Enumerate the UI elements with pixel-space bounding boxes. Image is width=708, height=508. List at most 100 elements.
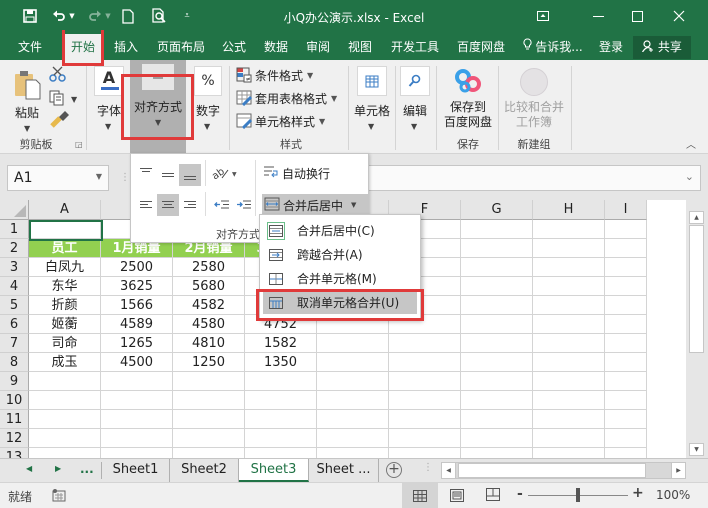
font-button[interactable]: A 字体 ▼ [92, 64, 126, 134]
top-align-icon[interactable] [135, 162, 157, 184]
cell-c8[interactable]: 1250 [173, 353, 245, 372]
cell-c12[interactable] [173, 429, 245, 448]
cell-g9[interactable] [461, 372, 533, 391]
menu-merge-and-center[interactable]: 合并后居中(C) [263, 219, 417, 242]
cell-i10[interactable] [605, 391, 647, 410]
close-button[interactable] [664, 4, 694, 28]
zoom-in-button[interactable]: + [632, 485, 644, 501]
minimize-button[interactable] [583, 4, 613, 28]
cell-c9[interactable] [173, 372, 245, 391]
row-header-1[interactable]: 1 [0, 220, 29, 239]
menu-merge-cells[interactable]: 合并单元格(M) [263, 267, 417, 290]
cell-b8[interactable]: 4500 [101, 353, 173, 372]
vertical-scroll-thumb[interactable] [689, 225, 704, 353]
scroll-sheets-right-icon[interactable]: ▶ [55, 464, 61, 473]
cell-i2[interactable] [605, 239, 647, 258]
cell-e9[interactable] [317, 372, 389, 391]
paste-button[interactable]: 粘贴 ▼ [8, 64, 46, 134]
select-all-button[interactable] [0, 200, 29, 220]
cell-g10[interactable] [461, 391, 533, 410]
cell-i12[interactable] [605, 429, 647, 448]
sign-in-link[interactable]: 登录 [594, 34, 628, 60]
cell-g1[interactable] [461, 220, 533, 239]
cell-a5[interactable]: 折颜 [29, 296, 101, 315]
save-to-baidu-button[interactable]: 保存到 百度网盘 [440, 64, 496, 134]
orientation-icon[interactable]: ab ▼ [211, 162, 241, 184]
cell-g8[interactable] [461, 353, 533, 372]
scroll-up-icon[interactable]: ▲ [689, 211, 704, 224]
macro-record-icon[interactable] [52, 488, 66, 505]
menu-unmerge-cells[interactable]: 取消单元格合并(U) [263, 291, 417, 314]
cell-h10[interactable] [533, 391, 605, 410]
tab-baidu[interactable]: 百度网盘 [450, 34, 512, 60]
align-left-icon[interactable] [135, 194, 157, 216]
alignment-button[interactable]: 对齐方式 ▼ [130, 60, 186, 154]
align-center-icon[interactable] [157, 194, 179, 216]
row-header-6[interactable]: 6 [0, 315, 29, 334]
cell-b9[interactable] [101, 372, 173, 391]
align-right-icon[interactable] [179, 194, 201, 216]
page-layout-view-icon[interactable] [450, 489, 464, 505]
zoom-out-button[interactable]: - [517, 486, 523, 502]
cell-g7[interactable] [461, 334, 533, 353]
cell-b3[interactable]: 2500 [101, 258, 173, 277]
row-header-7[interactable]: 7 [0, 334, 29, 353]
conditional-formatting-button[interactable]: ≠ 条件格式 ▼ [236, 65, 313, 85]
tab-page-layout[interactable]: 页面布局 [150, 34, 212, 60]
cell-g12[interactable] [461, 429, 533, 448]
merge-dropdown-icon[interactable]: ▼ [351, 201, 356, 209]
tab-file[interactable]: 文件 [10, 34, 50, 60]
share-button[interactable]: 共享 [633, 36, 691, 59]
cell-b4[interactable]: 3625 [101, 277, 173, 296]
cell-i6[interactable] [605, 315, 647, 334]
vertical-scrollbar[interactable]: ▲ ▼ [686, 200, 708, 458]
cell-e10[interactable] [317, 391, 389, 410]
cell-a4[interactable]: 东华 [29, 277, 101, 296]
cell-f10[interactable] [389, 391, 461, 410]
wrap-text-button[interactable]: 自动换行 [263, 163, 330, 183]
cell-e12[interactable] [317, 429, 389, 448]
cell-d12[interactable] [245, 429, 317, 448]
cell-a11[interactable] [29, 410, 101, 429]
cell-e8[interactable] [317, 353, 389, 372]
horizontal-scroll-thumb[interactable] [458, 463, 646, 478]
tab-view[interactable]: 视图 [342, 34, 378, 60]
cell-h12[interactable] [533, 429, 605, 448]
add-sheet-icon[interactable]: + [386, 462, 402, 478]
cell-h6[interactable] [533, 315, 605, 334]
row-header-11[interactable]: 11 [0, 410, 29, 429]
format-painter-icon[interactable] [50, 110, 70, 131]
cell-h4[interactable] [533, 277, 605, 296]
cell-h11[interactable] [533, 410, 605, 429]
cell-a7[interactable]: 司命 [29, 334, 101, 353]
name-box-dropdown-icon[interactable]: ▼ [96, 172, 102, 181]
cell-h8[interactable] [533, 353, 605, 372]
tell-me-search[interactable]: 告诉我... [517, 34, 589, 60]
cell-c10[interactable] [173, 391, 245, 410]
cell-f12[interactable] [389, 429, 461, 448]
clipboard-launcher-icon[interactable]: ◲ [75, 140, 83, 149]
cell-b7[interactable]: 1265 [101, 334, 173, 353]
cell-i3[interactable] [605, 258, 647, 277]
cell-c4[interactable]: 5680 [173, 277, 245, 296]
cell-c5[interactable]: 4582 [173, 296, 245, 315]
column-header-h[interactable]: H [533, 200, 605, 220]
maximize-button[interactable] [622, 4, 652, 28]
cell-f9[interactable] [389, 372, 461, 391]
cell-b11[interactable] [101, 410, 173, 429]
cell-i7[interactable] [605, 334, 647, 353]
cell-g3[interactable] [461, 258, 533, 277]
cell-c7[interactable]: 4810 [173, 334, 245, 353]
cells-button[interactable]: 单元格 ▼ [353, 64, 391, 134]
tab-home[interactable]: 开始 [63, 34, 103, 60]
copy-dropdown-icon[interactable]: ▼ [71, 95, 77, 104]
zoom-slider-thumb[interactable] [576, 488, 580, 502]
increase-indent-icon[interactable] [233, 194, 255, 216]
tab-developer[interactable]: 开发工具 [384, 34, 446, 60]
cell-styles-button[interactable]: 单元格样式 ▼ [236, 111, 325, 131]
selected-cell-a1[interactable] [29, 220, 103, 241]
cell-c3[interactable]: 2580 [173, 258, 245, 277]
cell-h2[interactable] [533, 239, 605, 258]
tab-split-grip-icon[interactable]: ⋮ [423, 462, 433, 473]
cell-d11[interactable] [245, 410, 317, 429]
